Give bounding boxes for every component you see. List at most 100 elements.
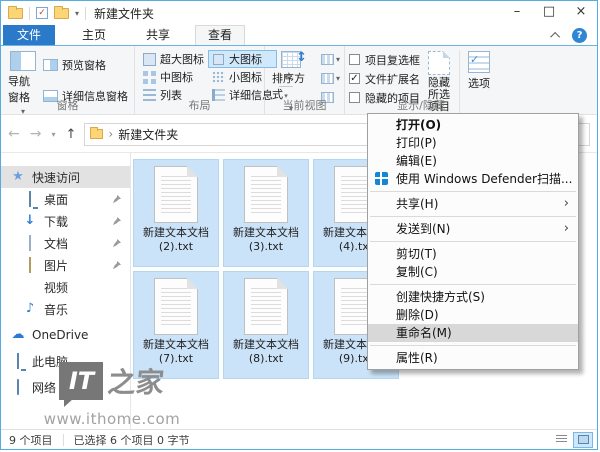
qat-customize-caret-icon[interactable]: ▾ <box>75 9 79 18</box>
layout-group-label: 布局 <box>135 97 264 113</box>
tab-share[interactable]: 共享 <box>133 25 183 45</box>
up-icon[interactable]: ↑ <box>65 127 76 142</box>
ribbon: 导航窗格 ▾ 预览窗格 详细信息窗格 窗格 <box>1 46 597 115</box>
pin-icon <box>112 195 121 204</box>
menu-label: 共享(H) <box>396 197 438 211</box>
document-icon <box>29 235 31 251</box>
sidebar-item-downloads[interactable]: ↓ 下载 <box>1 210 130 232</box>
extra-large-icons-option[interactable]: 超大图标 <box>139 50 208 68</box>
menu-label: 编辑(E) <box>396 154 437 168</box>
close-button[interactable]: × <box>565 1 597 25</box>
add-columns-button[interactable]: ▾ <box>321 69 340 88</box>
app-folder-icon <box>8 8 23 19</box>
current-view-group-label: 当前视图 <box>265 97 344 113</box>
preview-pane-button[interactable]: 预览窗格 <box>41 56 130 73</box>
menu-label: 发送到(N) <box>396 222 450 236</box>
sidebar-item-music[interactable]: ♪ 音乐 <box>1 298 130 320</box>
menu-separator <box>370 241 576 242</box>
maximize-button[interactable]: □ <box>533 1 565 25</box>
sidebar-item-onedrive[interactable]: ☁ OneDrive <box>1 324 130 346</box>
sort-by-icon: ↕ <box>281 51 301 68</box>
file-tile[interactable]: 新建文本文档(3).txt <box>223 159 309 267</box>
this-pc-icon <box>17 353 19 369</box>
large-icons-icon <box>213 54 224 65</box>
qat-separator <box>29 7 30 20</box>
star-icon: ★ <box>11 170 25 184</box>
add-columns-icon <box>321 73 334 84</box>
sidebar-item-desktop[interactable]: 桌面 <box>1 188 130 210</box>
item-count: 9 个项目 <box>9 432 53 448</box>
qat-properties-icon[interactable]: ✓ <box>36 7 48 19</box>
menu-label: 打开(O) <box>396 118 441 132</box>
back-icon[interactable]: ← <box>8 126 20 142</box>
collapse-ribbon-icon[interactable] <box>550 31 560 41</box>
menu-separator <box>370 284 576 285</box>
file-ext: (8).txt <box>224 352 308 366</box>
extra-large-icons-icon <box>143 53 156 66</box>
file-name: 新建文本文档 <box>224 338 308 352</box>
chevron-down-icon: ▾ <box>336 74 340 83</box>
window-controls: – □ × <box>501 1 597 25</box>
menu-item-cut[interactable]: 剪切(T) <box>368 245 578 263</box>
qat-new-folder-icon[interactable] <box>54 8 69 19</box>
hide-selected-icon <box>428 51 450 75</box>
sidebar-item-documents[interactable]: 文档 <box>1 232 130 254</box>
qat-separator <box>85 7 86 20</box>
menu-item-defender-scan[interactable]: 使用 Windows Defender扫描... <box>368 170 578 188</box>
menu-item-delete[interactable]: 删除(D) <box>368 306 578 324</box>
file-extensions-option[interactable]: ✓ 文件扩展名 <box>349 69 420 88</box>
file-name: 新建文本文档 <box>224 226 308 240</box>
menu-item-open[interactable]: 打开(O) <box>368 116 578 134</box>
menu-item-create-shortcut[interactable]: 创建快捷方式(S) <box>368 288 578 306</box>
sidebar-item-pictures[interactable]: 图片 <box>1 254 130 276</box>
title-bar: ✓ ▾ 新建文件夹 – □ × <box>1 1 597 25</box>
options-icon: ✓ <box>468 51 490 73</box>
medium-icons-option[interactable]: 中图标 <box>139 68 208 86</box>
onedrive-cloud-icon: ☁ <box>11 328 25 342</box>
item-checkboxes-option[interactable]: 项目复选框 <box>349 50 420 69</box>
large-icons-view-icon <box>578 435 589 444</box>
menu-item-edit[interactable]: 编辑(E) <box>368 152 578 170</box>
status-bar: 9 个项目 已选择 6 个项目 0 字节 <box>1 429 597 449</box>
medium-icons-icon <box>143 71 156 84</box>
navigation-pane-icon <box>10 51 36 71</box>
help-icon[interactable]: ? <box>572 28 587 43</box>
options-label: 选项 <box>468 75 490 91</box>
submenu-arrow-icon: › <box>564 195 569 213</box>
pin-icon <box>112 261 121 270</box>
sidebar-item-videos[interactable]: 视频 <box>1 276 130 298</box>
text-file-icon <box>154 166 198 223</box>
menu-label: 剪切(T) <box>396 247 437 261</box>
panes-group-label: 窗格 <box>1 97 134 113</box>
recent-locations-icon[interactable]: ▾ <box>51 130 55 139</box>
preview-pane-icon <box>43 59 58 71</box>
large-icons-view-button[interactable] <box>573 432 593 448</box>
group-by-button[interactable]: ▾ <box>321 50 340 69</box>
tab-view[interactable]: 查看 <box>195 25 245 45</box>
breadcrumb[interactable]: 新建文件夹 <box>118 126 178 143</box>
file-ext: (3).txt <box>224 240 308 254</box>
file-tile[interactable]: 新建文本文档(8).txt <box>223 271 309 379</box>
options-check-icon: ✓ <box>470 53 479 66</box>
sidebar-item-quick-access[interactable]: ★ 快速访问 <box>1 166 130 188</box>
menu-item-share[interactable]: 共享(H) › <box>368 195 578 213</box>
ribbon-group-show-hide: 项目复选框 ✓ 文件扩展名 隐藏的项目 隐藏 所选项目 <box>345 46 497 114</box>
details-view-button[interactable] <box>551 432 571 448</box>
menu-item-copy[interactable]: 复制(C) <box>368 263 578 281</box>
desktop-icon <box>29 191 31 207</box>
menu-item-rename[interactable]: 重命名(M) <box>368 324 578 342</box>
group-by-icon <box>321 54 334 65</box>
forward-icon[interactable]: → <box>30 126 42 142</box>
ribbon-group-panes: 导航窗格 ▾ 预览窗格 详细信息窗格 窗格 <box>1 46 135 114</box>
sidebar-label: 下载 <box>44 213 68 230</box>
tab-home[interactable]: 主页 <box>69 25 119 45</box>
tab-file[interactable]: 文件 <box>3 25 55 45</box>
menu-item-print[interactable]: 打印(P) <box>368 134 578 152</box>
menu-item-send-to[interactable]: 发送到(N) › <box>368 220 578 238</box>
minimize-button[interactable]: – <box>501 1 533 25</box>
menu-label: 创建快捷方式(S) <box>396 290 485 304</box>
file-tile[interactable]: 新建文本文档(2).txt <box>133 159 219 267</box>
checkbox-unchecked-icon <box>349 54 360 65</box>
menu-item-properties[interactable]: 属性(R) <box>368 349 578 367</box>
download-icon: ↓ <box>23 214 37 228</box>
